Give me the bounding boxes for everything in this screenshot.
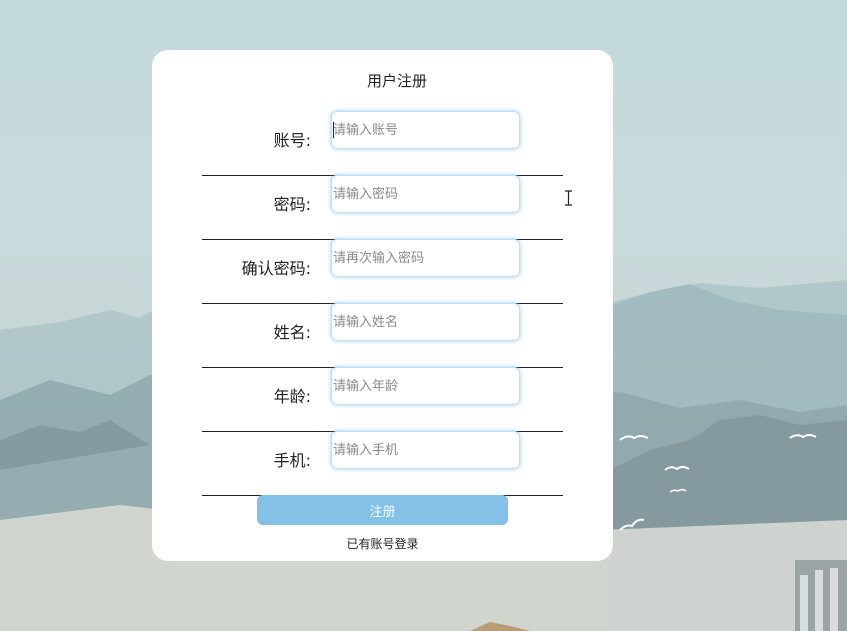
account-input[interactable] [331,111,520,149]
page-title: 用户注册 [366,72,427,90]
account-label: 账号: [273,131,311,150]
field-row-account: 账号: [202,111,563,176]
password-label: 密码: [273,195,311,214]
confirm-password-input[interactable] [331,239,520,277]
field-row-confirm-password: 确认密码: [202,239,563,304]
age-input[interactable] [331,367,520,405]
confirm-password-label: 确认密码: [241,259,311,278]
register-card: 用户注册 账号: 密码: 确认密码: 姓名: 年龄: 手机: 注册 已有账号登录 [152,50,613,561]
ibeam-cursor-icon [565,190,572,206]
name-input[interactable] [331,303,520,341]
field-row-password: 密码: [202,175,563,240]
name-label: 姓名: [273,323,311,342]
field-row-phone: 手机: [202,431,563,496]
login-link[interactable]: 已有账号登录 [152,535,613,552]
password-input[interactable] [331,175,520,213]
register-button[interactable]: 注册 [257,495,508,525]
age-label: 年龄: [273,387,311,406]
text-caret [333,122,334,138]
field-row-name: 姓名: [202,303,563,368]
field-row-age: 年龄: [202,367,563,432]
phone-input[interactable] [331,431,520,469]
phone-label: 手机: [273,451,311,470]
